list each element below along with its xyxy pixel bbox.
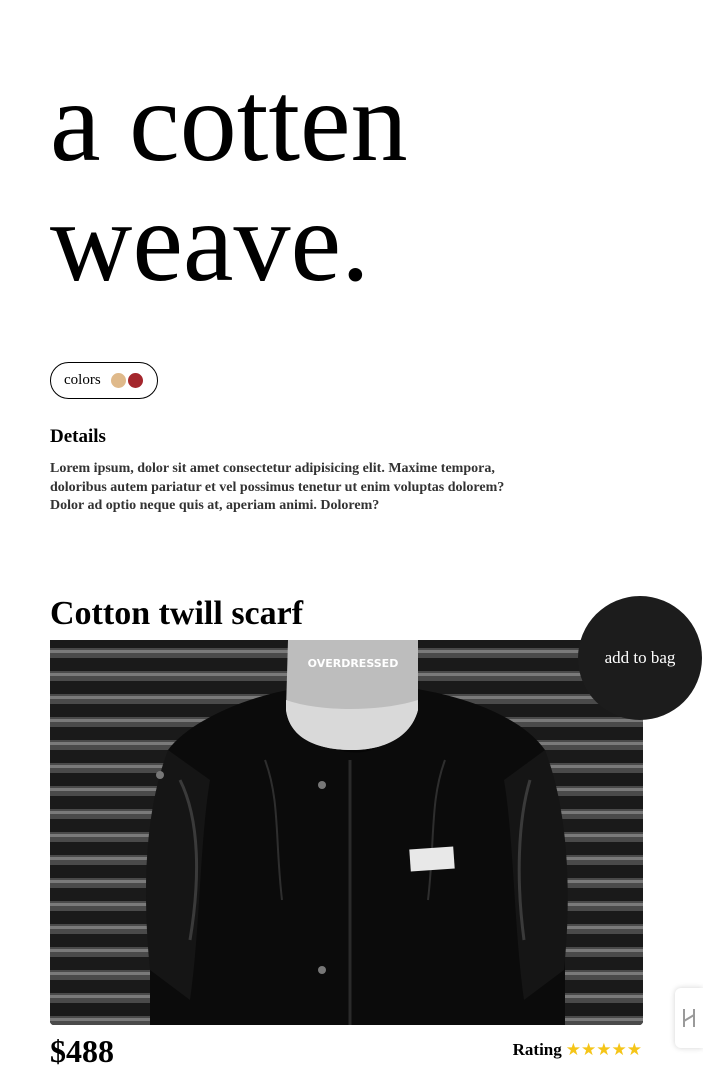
colors-selector[interactable]: colors <box>50 362 158 399</box>
h-logo-icon <box>683 1009 695 1027</box>
star-icon: ★ <box>611 1040 627 1060</box>
svg-text:OVERDRESSED: OVERDRESSED <box>308 657 399 670</box>
star-icon: ★ <box>626 1040 642 1060</box>
product-price: $488 <box>50 1033 114 1069</box>
color-swatch-tan[interactable] <box>110 373 126 388</box>
colors-label: colors <box>64 372 101 388</box>
rating-label: Rating <box>512 1040 562 1059</box>
rating-stars: ★★★★★ <box>566 1040 642 1060</box>
hero-title-line-2: weave. <box>50 178 370 305</box>
star-icon: ★ <box>596 1040 612 1060</box>
details-heading: Details <box>50 426 106 447</box>
star-icon: ★ <box>581 1040 597 1060</box>
color-swatch-red[interactable] <box>127 373 143 388</box>
side-widget-button[interactable] <box>675 988 703 1048</box>
product-image: OVERDRESSED <box>50 640 643 1025</box>
star-icon: ★ <box>565 1040 581 1060</box>
product-title: Cotton twill scarf <box>50 595 304 632</box>
hero-title: a cotten weave. <box>50 62 408 302</box>
details-description: Lorem ipsum, dolor sit amet consectetur … <box>50 461 505 513</box>
product-rating: Rating ★★★★★ <box>513 1040 642 1060</box>
add-to-bag-button[interactable]: add to bag <box>578 596 702 720</box>
hero-title-line-1: a cotten <box>50 58 408 185</box>
